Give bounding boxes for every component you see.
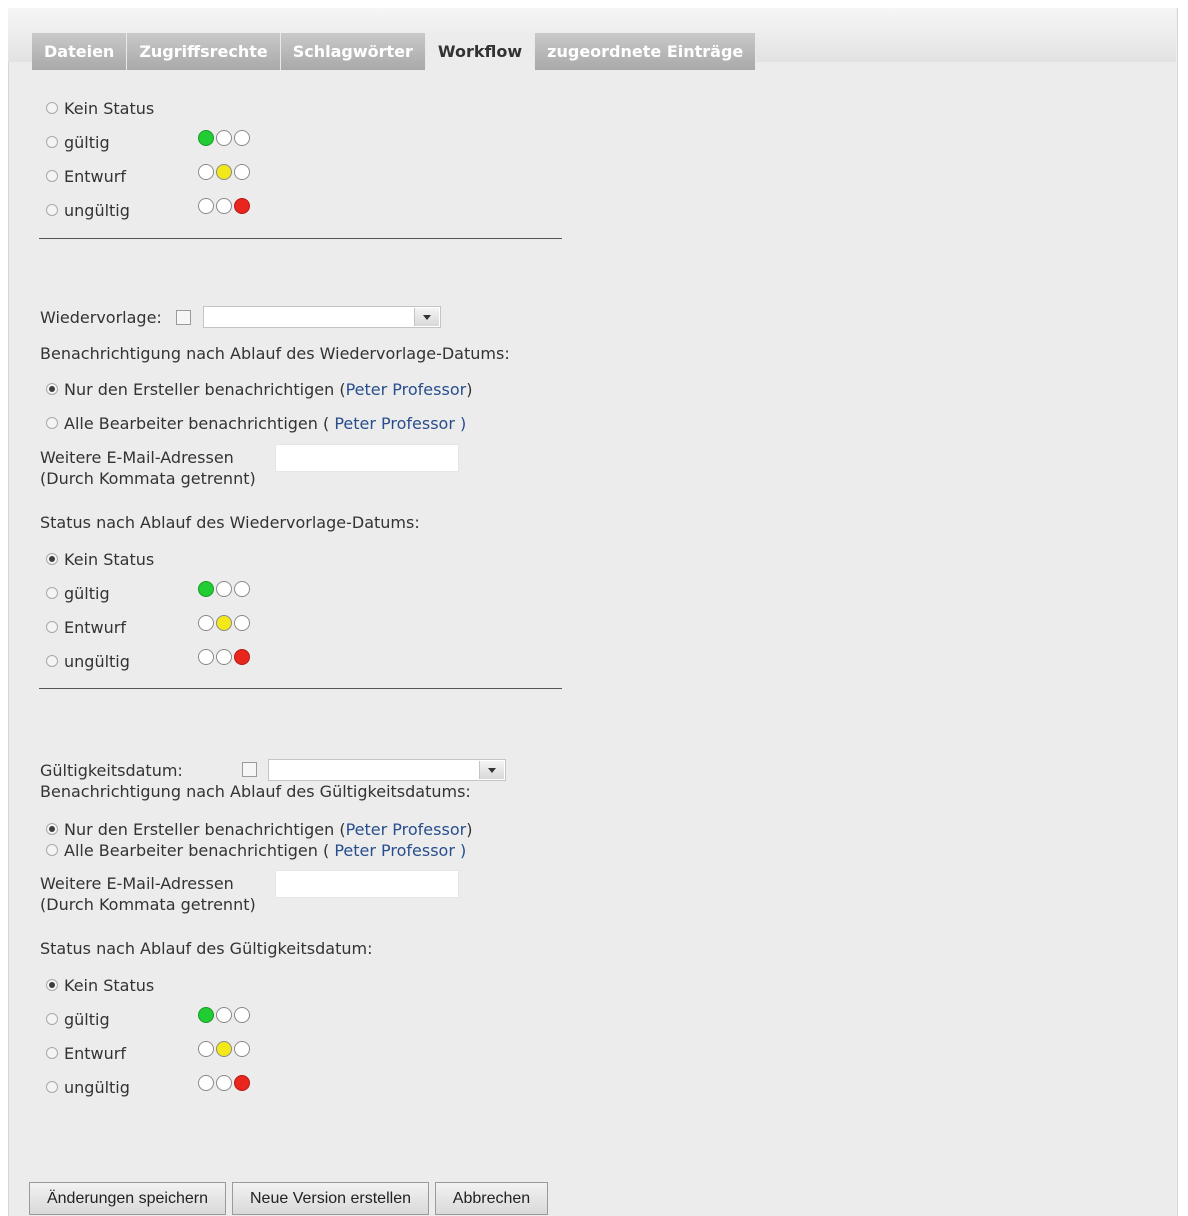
radio-button[interactable] bbox=[46, 587, 58, 599]
wiedervorlage-notify-all-option[interactable]: Alle Bearbeiter benachrichtigen ( Peter … bbox=[46, 412, 466, 434]
traffic-light-yellow-icon bbox=[198, 163, 250, 181]
user-link[interactable]: Peter Professor bbox=[346, 820, 467, 839]
wiedervorlage-emails-hint: (Durch Kommata getrennt) bbox=[40, 469, 256, 488]
radio-button[interactable] bbox=[46, 823, 58, 835]
radio-button[interactable] bbox=[46, 621, 58, 633]
gueltigkeit-emails-label: Weitere E-Mail-Adressen bbox=[40, 874, 234, 893]
status-option-gueltig[interactable]: gültig bbox=[46, 131, 110, 153]
radio-button[interactable] bbox=[46, 1047, 58, 1059]
tab-dateien[interactable]: Dateien bbox=[32, 33, 128, 70]
gueltigkeit-date-select[interactable] bbox=[268, 759, 506, 781]
traffic-light-green-icon bbox=[198, 1006, 250, 1024]
chevron-down-icon[interactable] bbox=[414, 308, 439, 326]
radio-button[interactable] bbox=[46, 655, 58, 667]
gueltigkeit-notify-heading: Benachrichtigung nach Ablauf des Gültigk… bbox=[40, 782, 471, 801]
new-version-button[interactable]: Neue Version erstellen bbox=[232, 1182, 429, 1215]
tab-bar: Dateien Zugriffsrechte Schlagwörter Work… bbox=[8, 8, 1176, 70]
radio-button[interactable] bbox=[46, 417, 58, 429]
radio-button[interactable] bbox=[46, 979, 58, 991]
traffic-light-yellow-icon bbox=[198, 1040, 250, 1058]
wiedervorlage-emails-input[interactable] bbox=[275, 444, 459, 472]
wiedervorlage-status-ungueltig[interactable]: ungültig bbox=[46, 650, 130, 672]
user-link[interactable]: Peter Professor bbox=[334, 841, 455, 860]
radio-button[interactable] bbox=[46, 1013, 58, 1025]
traffic-light-red-icon bbox=[198, 648, 250, 666]
radio-button[interactable] bbox=[46, 204, 58, 216]
workflow-panel bbox=[8, 8, 1178, 1216]
tab-zugeordnete-eintraege[interactable]: zugeordnete Einträge bbox=[535, 33, 757, 70]
radio-button[interactable] bbox=[46, 170, 58, 182]
divider bbox=[39, 238, 562, 239]
tab-zugriffsrechte[interactable]: Zugriffsrechte bbox=[127, 33, 281, 70]
user-link[interactable]: Peter Professor bbox=[346, 380, 467, 399]
status-option-entwurf[interactable]: Entwurf bbox=[46, 165, 126, 187]
wiedervorlage-emails-label: Weitere E-Mail-Adressen bbox=[40, 448, 234, 467]
wiedervorlage-notify-heading: Benachrichtigung nach Ablauf des Wiederv… bbox=[40, 344, 510, 363]
wiedervorlage-checkbox[interactable] bbox=[176, 310, 191, 325]
radio-button[interactable] bbox=[46, 1081, 58, 1093]
gueltigkeit-status-ungueltig[interactable]: ungültig bbox=[46, 1076, 130, 1098]
radio-button[interactable] bbox=[46, 553, 58, 565]
user-link[interactable]: Peter Professor bbox=[334, 414, 455, 433]
gueltigkeit-checkbox[interactable] bbox=[242, 762, 257, 777]
gueltigkeit-emails-input[interactable] bbox=[275, 870, 459, 898]
wiedervorlage-notify-creator-option[interactable]: Nur den Ersteller benachrichtigen (Peter… bbox=[46, 378, 472, 400]
gueltigkeit-notify-all-option[interactable]: Alle Bearbeiter benachrichtigen ( Peter … bbox=[46, 839, 466, 861]
traffic-light-green-icon bbox=[198, 129, 250, 147]
status-option-kein-status[interactable]: Kein Status bbox=[46, 97, 154, 119]
traffic-light-red-icon bbox=[198, 1074, 250, 1092]
wiedervorlage-status-kein-status[interactable]: Kein Status bbox=[46, 548, 154, 570]
wiedervorlage-status-heading: Status nach Ablauf des Wiedervorlage-Dat… bbox=[40, 513, 420, 532]
gueltigkeit-emails-hint: (Durch Kommata getrennt) bbox=[40, 895, 256, 914]
gueltigkeit-status-kein-status[interactable]: Kein Status bbox=[46, 974, 154, 996]
traffic-light-yellow-icon bbox=[198, 614, 250, 632]
wiedervorlage-status-gueltig[interactable]: gültig bbox=[46, 582, 110, 604]
radio-button[interactable] bbox=[46, 102, 58, 114]
gueltigkeit-notify-creator-option[interactable]: Nur den Ersteller benachrichtigen (Peter… bbox=[46, 818, 472, 840]
save-changes-button[interactable]: Änderungen speichern bbox=[29, 1182, 226, 1215]
radio-button[interactable] bbox=[46, 844, 58, 856]
wiedervorlage-status-entwurf[interactable]: Entwurf bbox=[46, 616, 126, 638]
gueltigkeit-label: Gültigkeitsdatum: bbox=[40, 761, 183, 780]
traffic-light-red-icon bbox=[198, 197, 250, 215]
tab-workflow[interactable]: Workflow bbox=[425, 33, 536, 70]
wiedervorlage-date-select[interactable] bbox=[203, 306, 441, 328]
divider bbox=[39, 688, 562, 689]
traffic-light-green-icon bbox=[198, 580, 250, 598]
gueltigkeit-status-gueltig[interactable]: gültig bbox=[46, 1008, 110, 1030]
gueltigkeit-status-entwurf[interactable]: Entwurf bbox=[46, 1042, 126, 1064]
gueltigkeit-status-heading: Status nach Ablauf des Gültigkeitsdatum: bbox=[40, 939, 373, 958]
radio-button[interactable] bbox=[46, 383, 58, 395]
status-option-ungueltig[interactable]: ungültig bbox=[46, 199, 130, 221]
cancel-button[interactable]: Abbrechen bbox=[435, 1182, 548, 1215]
tab-schlagwoerter[interactable]: Schlagwörter bbox=[280, 33, 426, 70]
radio-button[interactable] bbox=[46, 136, 58, 148]
wiedervorlage-label: Wiedervorlage: bbox=[40, 308, 162, 327]
chevron-down-icon[interactable] bbox=[479, 761, 504, 779]
